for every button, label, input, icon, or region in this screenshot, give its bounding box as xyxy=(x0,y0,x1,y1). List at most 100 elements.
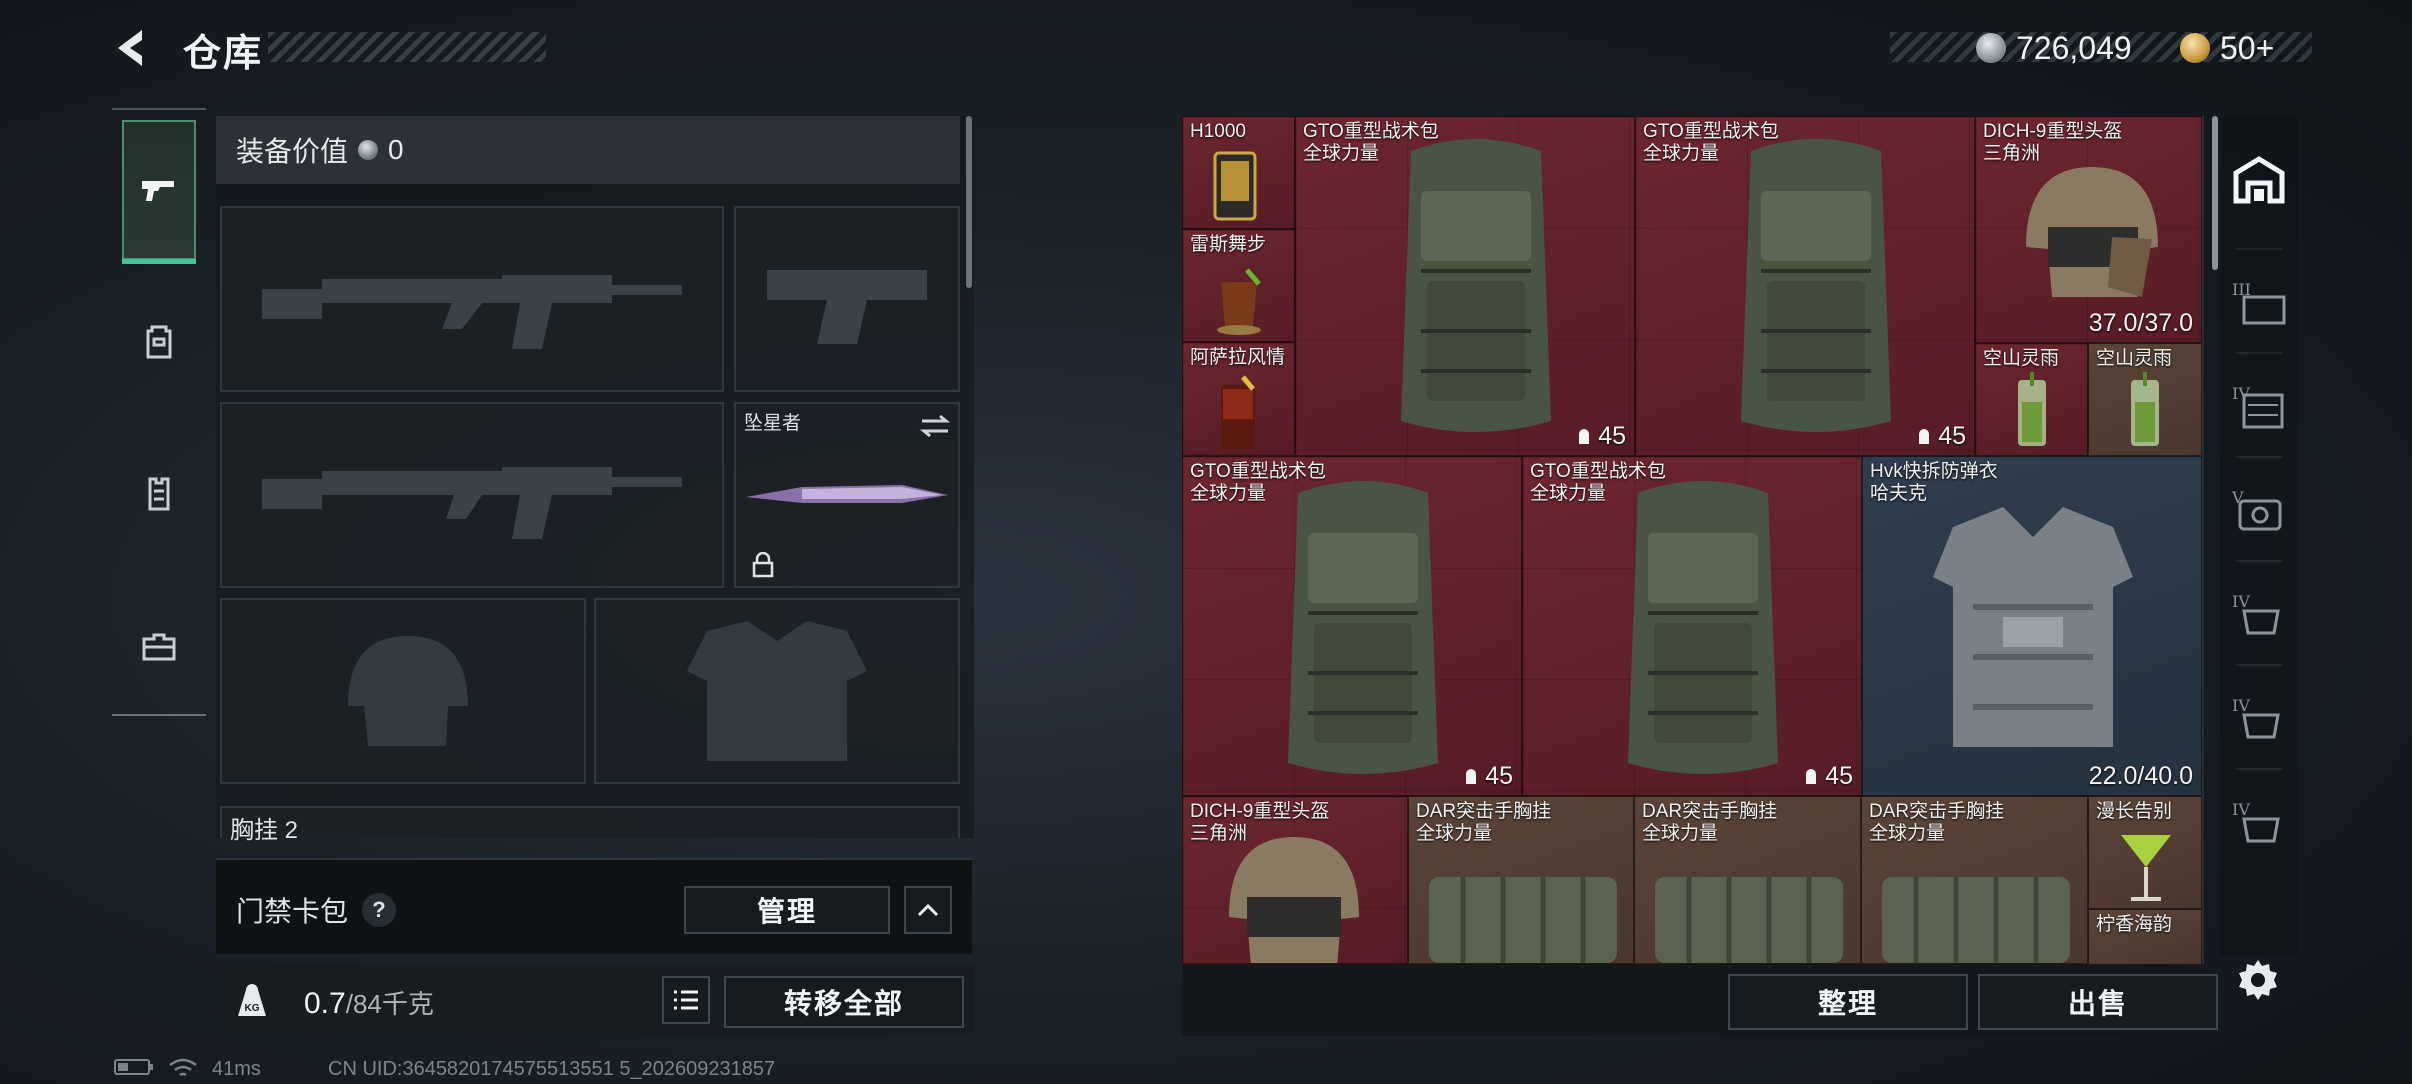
inventory-item-leis-dance[interactable]: 雷斯舞步 xyxy=(1182,229,1295,342)
list-icon xyxy=(674,990,698,1010)
transfer-all-button[interactable]: 转移全部 xyxy=(724,976,964,1028)
inventory-actions: 整理 出售 xyxy=(1182,964,2218,1036)
armor-silhouette-icon xyxy=(687,621,867,761)
inventory-item-gto-backpack[interactable]: GTO重型战术包 全球力量 45 xyxy=(1182,456,1522,796)
inventory-item-gto-backpack[interactable]: GTO重型战术包 全球力量 45 xyxy=(1522,456,1862,796)
inventory-item-h1000[interactable]: H1000 xyxy=(1182,116,1295,229)
weight-text: 0.7/84千克 xyxy=(304,984,434,1021)
vest-icon xyxy=(148,477,170,511)
category-rail xyxy=(112,108,206,716)
inventory-item-dich9-helmet[interactable]: DICH-9重型头盔 三角洲 xyxy=(1182,796,1408,964)
weight-bar: KG 0.7/84千克 转移全部 xyxy=(216,964,974,1036)
item-name: 阿萨拉风情 xyxy=(1190,347,1286,368)
inventory-item-dich9-helmet[interactable]: DICH-9重型头盔 三角洲 37.0/37.0 xyxy=(1975,116,2202,343)
inventory-item-empty-mountain-rain[interactable]: 空山灵雨 xyxy=(2088,343,2202,456)
inventory-item-asara-style[interactable]: 阿萨拉风情 xyxy=(1182,342,1295,456)
inventory-item-dar-chest-rig[interactable]: DAR突击手胸挂 全球力量 xyxy=(1408,796,1634,964)
backpack-icon xyxy=(1741,139,1891,432)
primary-weapon-slot[interactable] xyxy=(220,206,724,392)
equipment-value-amount: 0 xyxy=(388,134,404,165)
inventory-item-hvk-armor[interactable]: Hvk快拆防弹衣 哈夫克 22.0/40.0 xyxy=(1862,456,2202,796)
melee-slot[interactable]: 坠星者 xyxy=(734,402,960,588)
sort-button[interactable]: 整理 xyxy=(1728,974,1968,1030)
chest-rig-label: 胸挂 2 xyxy=(230,817,299,844)
item-count: 45 xyxy=(1803,762,1853,791)
access-card-title: 门禁卡包 ? xyxy=(236,890,397,930)
swap-icon[interactable] xyxy=(918,412,952,440)
backpack-icon xyxy=(1288,481,1438,774)
item-name: 柠香海韵 xyxy=(2096,914,2173,935)
title-stripe-decoration xyxy=(268,32,546,62)
svg-text:IV: IV xyxy=(2232,592,2250,611)
silver-coin-icon xyxy=(358,140,379,160)
item-name: 雷斯舞步 xyxy=(1190,234,1267,255)
cocktail-icon xyxy=(1217,268,1261,335)
container-tier-4c[interactable]: IV xyxy=(2228,688,2290,750)
inventory-item-lemon-sea[interactable]: 柠香海韵 xyxy=(2088,909,2202,964)
equipment-value-header: 装备价值 0 xyxy=(216,116,960,184)
inventory-item-gto-backpack[interactable]: GTO重型战术包 全球力量 45 xyxy=(1295,116,1635,456)
list-view-button[interactable] xyxy=(662,976,710,1024)
pistol-icon xyxy=(142,181,174,201)
container-tier-4b[interactable]: IV xyxy=(2228,584,2290,646)
sidearm-slot[interactable] xyxy=(734,206,960,392)
container-tier-4[interactable]: IV xyxy=(2228,376,2290,438)
capacity-icon xyxy=(1579,428,1590,444)
inventory-item-gto-backpack[interactable]: GTO重型战术包 全球力量 45 xyxy=(1635,116,1975,456)
back-arrow-icon[interactable] xyxy=(112,26,156,70)
svg-text:KG: KG xyxy=(245,1003,260,1014)
equipment-scrollbar[interactable] xyxy=(966,116,972,288)
rifle-silhouette-icon xyxy=(262,467,682,539)
currency-silver-amount: 726,049 xyxy=(2016,29,2132,66)
currency-silver[interactable]: 726,049 xyxy=(1976,26,2132,70)
inventory-item-long-goodbye[interactable]: 漫长告别 xyxy=(2088,796,2202,909)
drink-icon xyxy=(1221,375,1255,449)
tab-case[interactable] xyxy=(122,576,196,716)
tab-vest[interactable] xyxy=(122,424,196,564)
capacity-icon xyxy=(1466,768,1477,784)
item-count: 45 xyxy=(1463,762,1513,791)
silver-coin-icon xyxy=(1976,33,2006,63)
case-icon xyxy=(142,633,176,661)
tea-drink-icon xyxy=(2131,372,2159,446)
inventory-item-dar-chest-rig[interactable]: DAR突击手胸挂 全球力量 xyxy=(1861,796,2088,964)
ping-text: 41ms xyxy=(212,1058,261,1080)
collapse-button[interactable] xyxy=(904,886,952,934)
svg-text:IV: IV xyxy=(2232,800,2250,819)
inventory-item-empty-mountain-rain[interactable]: 空山灵雨 xyxy=(1975,343,2088,456)
melee-name: 坠星者 xyxy=(744,413,802,434)
chest-rig-slot[interactable]: 胸挂 2 xyxy=(220,806,960,844)
pistol-silhouette-icon xyxy=(767,270,927,344)
inventory-scrollbar[interactable] xyxy=(2212,116,2218,270)
container-tier-5[interactable]: V xyxy=(2228,480,2290,542)
item-durability: 37.0/37.0 xyxy=(2088,309,2193,337)
currency-gold-amount: 50+ xyxy=(2220,29,2275,66)
help-icon[interactable]: ? xyxy=(362,893,397,927)
item-durability: 22.0/40.0 xyxy=(2088,762,2193,790)
manage-button[interactable]: 管理 xyxy=(684,886,890,934)
sell-button[interactable]: 出售 xyxy=(1978,974,2218,1030)
weight-current: 0.7 xyxy=(304,987,346,1020)
tab-backpack[interactable] xyxy=(122,272,196,412)
item-name: DAR突击手胸挂 全球力量 xyxy=(1416,801,1552,844)
currency-gold[interactable]: 50+ xyxy=(2180,26,2274,70)
secondary-weapon-slot[interactable] xyxy=(220,402,724,588)
equipment-value-label: 装备价值 xyxy=(236,136,349,167)
armor-slot[interactable] xyxy=(594,598,960,784)
item-count: 45 xyxy=(1916,422,1966,451)
chevron-up-icon xyxy=(917,903,939,917)
warehouse-icon[interactable] xyxy=(2228,148,2290,210)
container-tier-4d[interactable]: IV xyxy=(2228,792,2290,854)
tab-weapons[interactable] xyxy=(122,120,196,264)
knife-icon xyxy=(746,485,948,503)
container-tier-3[interactable]: III xyxy=(2228,272,2290,334)
helmet-slot[interactable] xyxy=(220,598,586,784)
container-rail: III IV V IV IV IV xyxy=(2220,116,2298,956)
inventory-item-dar-chest-rig[interactable]: DAR突击手胸挂 全球力量 xyxy=(1634,796,1861,964)
body-armor-icon xyxy=(1933,507,2133,747)
gold-coin-icon xyxy=(2180,33,2210,63)
card-item-icon xyxy=(1213,151,1257,221)
gear-icon[interactable] xyxy=(2234,956,2282,1004)
backpack-icon xyxy=(1401,139,1551,432)
equipment-panel: 装备价值 0 坠星者 胸挂 2 xyxy=(216,116,974,844)
